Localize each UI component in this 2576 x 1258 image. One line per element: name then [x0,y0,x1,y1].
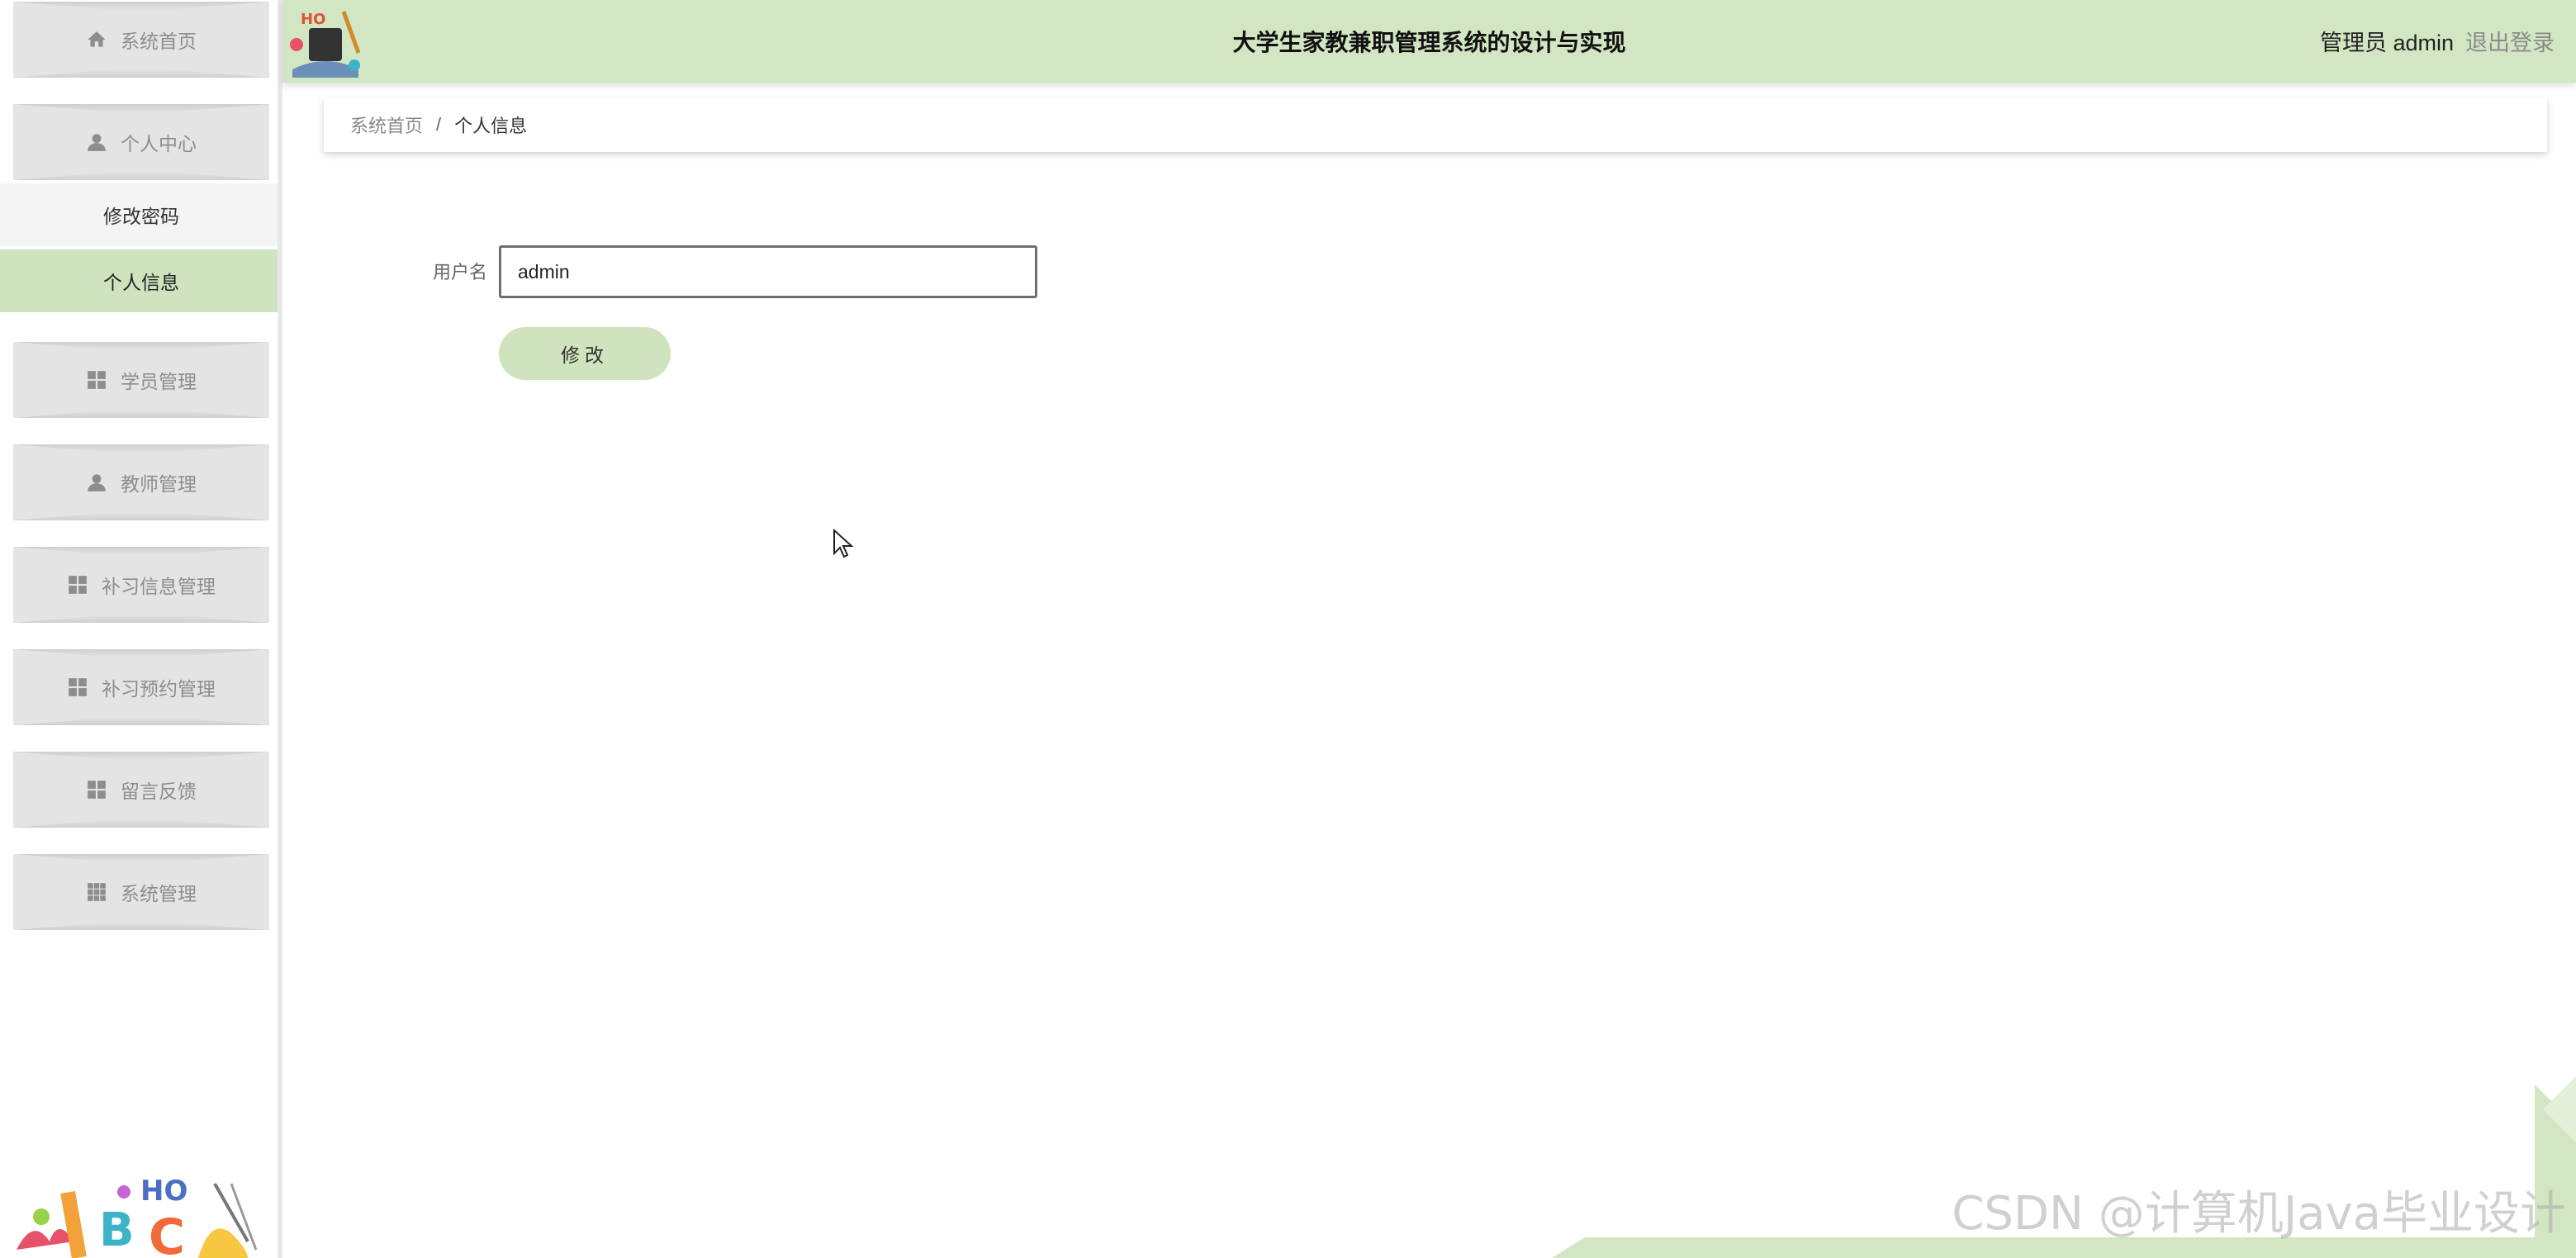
svg-text:C: C [149,1208,185,1258]
grid-icon [88,781,106,799]
sidebar-subitem-label: 修改密码 [103,206,179,227]
sidebar-item-label: 补习信息管理 [102,576,216,597]
home-icon [88,31,106,47]
sidebar-item-student-management[interactable]: 学员管理 [13,342,269,418]
breadcrumb-current: 个人信息 [454,116,528,136]
sidebar-item-label: 个人中心 [121,133,197,154]
svg-text:B: B [99,1203,135,1257]
user-icon [88,474,106,491]
sidebar: 系统首页 个人中心 修改密码 个人信息 学员管理 教师管理 补习信息管理 补习预… [0,0,282,1258]
mouse-cursor-icon [833,529,854,558]
sidebar-item-personal-center[interactable]: 个人中心 [13,104,269,180]
breadcrumb-separator: / [436,114,442,135]
sidebar-subitem-label: 个人信息 [103,272,179,293]
grid-icon [69,678,87,696]
grid-icon [88,371,106,389]
sidebar-item-label: 系统首页 [121,31,197,52]
app-title: 大学生家教兼职管理系统的设计与实现 [1232,30,1626,55]
logout-link[interactable]: 退出登录 [2465,0,2555,86]
sidebar-subitem-personal-info[interactable]: 个人信息 [0,249,278,312]
breadcrumb-home[interactable]: 系统首页 [350,112,423,138]
sidebar-item-label: 学员管理 [121,371,197,392]
sidebar-item-home[interactable]: 系统首页 [13,2,269,78]
svg-text:HO: HO [140,1175,187,1208]
decorative-alphabet-art: B HO C [17,1175,258,1258]
current-user: 管理员 admin [2319,31,2454,55]
breadcrumb: 系统首页 / 个人信息 [324,97,2547,152]
apps-icon [88,883,106,901]
submit-button[interactable]: 修改 [499,327,671,380]
sidebar-item-system-management[interactable]: 系统管理 [13,854,269,930]
sidebar-item-tutoring-info[interactable]: 补习信息管理 [13,547,269,623]
grid-icon [69,576,87,594]
sidebar-subitem-change-password[interactable]: 修改密码 [0,183,278,246]
sidebar-item-tutoring-booking[interactable]: 补习预约管理 [13,649,269,725]
top-header: HO 大学生家教兼职管理系统的设计与实现 管理员 admin 退出登录 [282,0,2576,83]
sidebar-item-label: 教师管理 [121,473,197,495]
username-label: 用户名 [432,262,487,282]
sidebar-item-label: 补习预约管理 [102,678,216,700]
sidebar-item-feedback[interactable]: 留言反馈 [13,752,269,828]
watermark-text: CSDN @计算机Java毕业设计 [1952,1187,2566,1241]
sidebar-item-teacher-management[interactable]: 教师管理 [13,444,269,520]
sidebar-item-label: 留言反馈 [121,781,197,802]
username-input[interactable] [499,245,1037,298]
user-icon [88,134,106,151]
sidebar-item-label: 系统管理 [121,883,197,904]
